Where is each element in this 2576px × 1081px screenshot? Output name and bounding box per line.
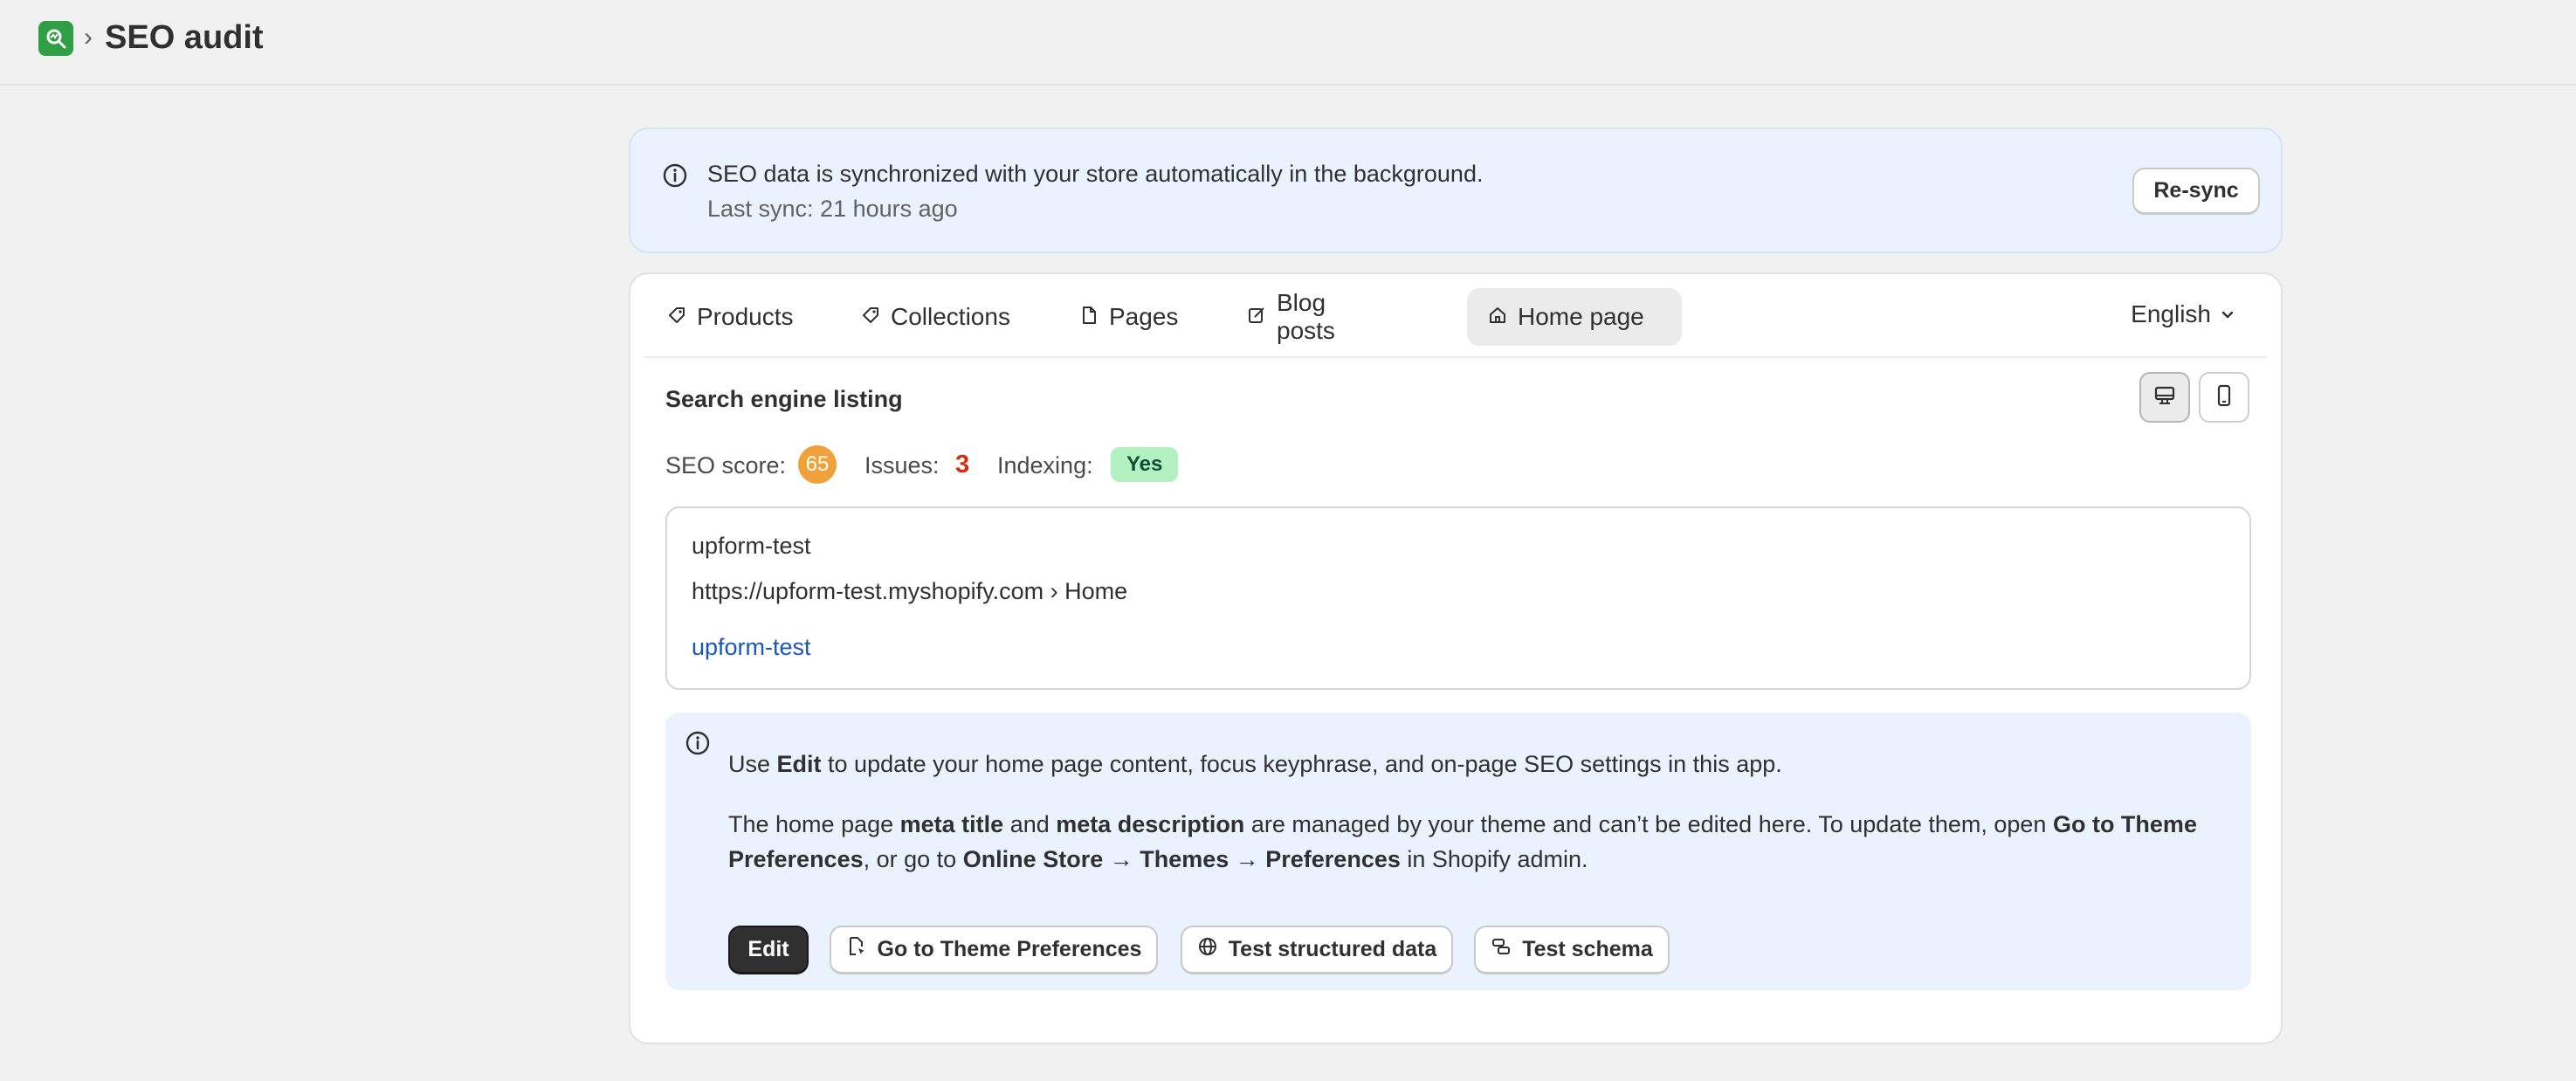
issues-label: Issues: bbox=[864, 452, 940, 479]
chevron-down-icon bbox=[2220, 300, 2235, 328]
breadcrumb-separator: › bbox=[84, 23, 93, 52]
preview-site-name: upform-test bbox=[692, 533, 811, 559]
preview-url: https://upform-test.myshopify.com › Home bbox=[692, 578, 1128, 604]
page-cursor-icon bbox=[846, 936, 867, 963]
seo-score-label: SEO score: bbox=[665, 452, 787, 479]
test-schema-button[interactable]: Test schema bbox=[1474, 926, 1670, 974]
page-title: SEO audit bbox=[105, 19, 264, 56]
indexing-status-badge: Yes bbox=[1111, 447, 1179, 482]
mobile-icon bbox=[2212, 383, 2236, 412]
resync-button[interactable]: Re-sync bbox=[2132, 168, 2260, 215]
button-label: Test structured data bbox=[1228, 937, 1437, 961]
indexing-label: Indexing: bbox=[997, 452, 1093, 479]
test-structured-data-button[interactable]: Test structured data bbox=[1181, 926, 1453, 974]
theme-preferences-button[interactable]: Go to Theme Preferences bbox=[830, 926, 1158, 974]
tab-label: Products bbox=[697, 303, 794, 330]
tab-products[interactable]: Products bbox=[646, 288, 803, 346]
top-bar: › SEO audit bbox=[0, 0, 2576, 86]
edit-icon bbox=[1247, 303, 1266, 331]
tab-label: Home page bbox=[1518, 303, 1644, 330]
tab-collections[interactable]: Collections bbox=[840, 288, 1022, 346]
button-label: Test schema bbox=[1522, 937, 1653, 961]
globe-icon bbox=[1197, 936, 1218, 963]
app-logo-icon[interactable] bbox=[38, 21, 73, 56]
tab-pages[interactable]: Pages bbox=[1058, 288, 1189, 346]
tag-icon bbox=[667, 303, 686, 331]
issues-count: 3 bbox=[955, 451, 970, 479]
tab-label: Pages bbox=[1109, 303, 1179, 330]
info-icon bbox=[662, 162, 688, 193]
info-paragraph-edit: Use Edit to update your home page conten… bbox=[728, 751, 1782, 777]
info-paragraph-theme: The home page meta title and meta descri… bbox=[728, 811, 2197, 872]
last-sync-text: Last sync: 21 hours ago bbox=[707, 196, 958, 222]
language-label: English bbox=[2131, 300, 2211, 327]
language-select[interactable]: English bbox=[2131, 300, 2235, 328]
home-page-info-box: Use Edit to update your home page conten… bbox=[665, 713, 2251, 990]
seo-score-badge: 65 bbox=[798, 445, 837, 484]
sync-message: SEO data is synchronized with your store… bbox=[707, 161, 1484, 187]
tab-home-page[interactable]: Home page bbox=[1467, 288, 1682, 346]
tag-icon bbox=[861, 303, 880, 331]
tabs-divider bbox=[644, 356, 2267, 358]
tab-label: Blog posts bbox=[1277, 289, 1335, 344]
desktop-icon bbox=[2152, 383, 2177, 412]
tab-blog-posts[interactable]: Blog posts bbox=[1226, 288, 1404, 346]
schema-icon bbox=[1491, 936, 1512, 963]
mobile-view-button[interactable] bbox=[2199, 372, 2249, 423]
sync-banner: SEO data is synchronized with your store… bbox=[629, 127, 2283, 253]
info-icon bbox=[685, 730, 711, 761]
page-icon bbox=[1079, 303, 1099, 331]
tab-label: Collections bbox=[891, 303, 1010, 330]
search-result-preview: upform-test https://upform-test.myshopif… bbox=[665, 506, 2251, 690]
home-icon bbox=[1488, 303, 1507, 331]
button-label: Go to Theme Preferences bbox=[877, 937, 1142, 961]
seo-audit-card: Products Collections Pages Blog posts Ho… bbox=[629, 272, 2283, 1044]
edit-button[interactable]: Edit bbox=[728, 926, 809, 974]
section-title: Search engine listing bbox=[665, 386, 903, 412]
preview-title-link[interactable]: upform-test bbox=[692, 634, 811, 661]
desktop-view-button[interactable] bbox=[2139, 372, 2190, 423]
